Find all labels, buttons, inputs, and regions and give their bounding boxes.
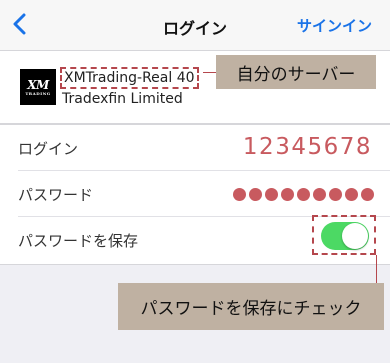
password-label: パスワード <box>18 186 94 204</box>
password-dot <box>281 188 294 201</box>
navigation-bar: ログイン サインイン <box>0 0 390 51</box>
sign-in-button[interactable]: サインイン <box>297 15 372 36</box>
password-input[interactable] <box>233 188 374 201</box>
server-name: XMTrading-Real 40 <box>60 67 199 89</box>
password-dot <box>361 188 374 201</box>
save-password-label: パスワードを保存 <box>18 232 139 250</box>
password-dot <box>249 188 262 201</box>
password-dot <box>313 188 326 201</box>
save-password-highlight <box>312 215 376 255</box>
login-input[interactable]: 12345678 <box>243 134 372 160</box>
server-company: Tradexfin Limited <box>62 91 183 107</box>
save-callout: パスワードを保存にチェック <box>118 283 384 330</box>
login-row[interactable]: ログイン 12345678 <box>0 125 390 171</box>
logo-mark: XM <box>27 77 49 92</box>
save-callout-connector <box>376 255 377 283</box>
server-callout-connector <box>203 72 217 73</box>
password-dot <box>345 188 358 201</box>
password-row[interactable]: パスワード <box>0 171 390 217</box>
password-dot <box>297 188 310 201</box>
save-password-toggle[interactable] <box>321 222 369 250</box>
password-dot <box>329 188 342 201</box>
server-callout: 自分のサーバー <box>216 55 376 89</box>
login-label: ログイン <box>18 140 79 158</box>
password-dot <box>265 188 278 201</box>
logo-subtitle: TRADING <box>25 90 51 96</box>
broker-logo: XM TRADING <box>20 69 56 105</box>
toggle-knob[interactable] <box>342 223 368 249</box>
password-dot <box>233 188 246 201</box>
